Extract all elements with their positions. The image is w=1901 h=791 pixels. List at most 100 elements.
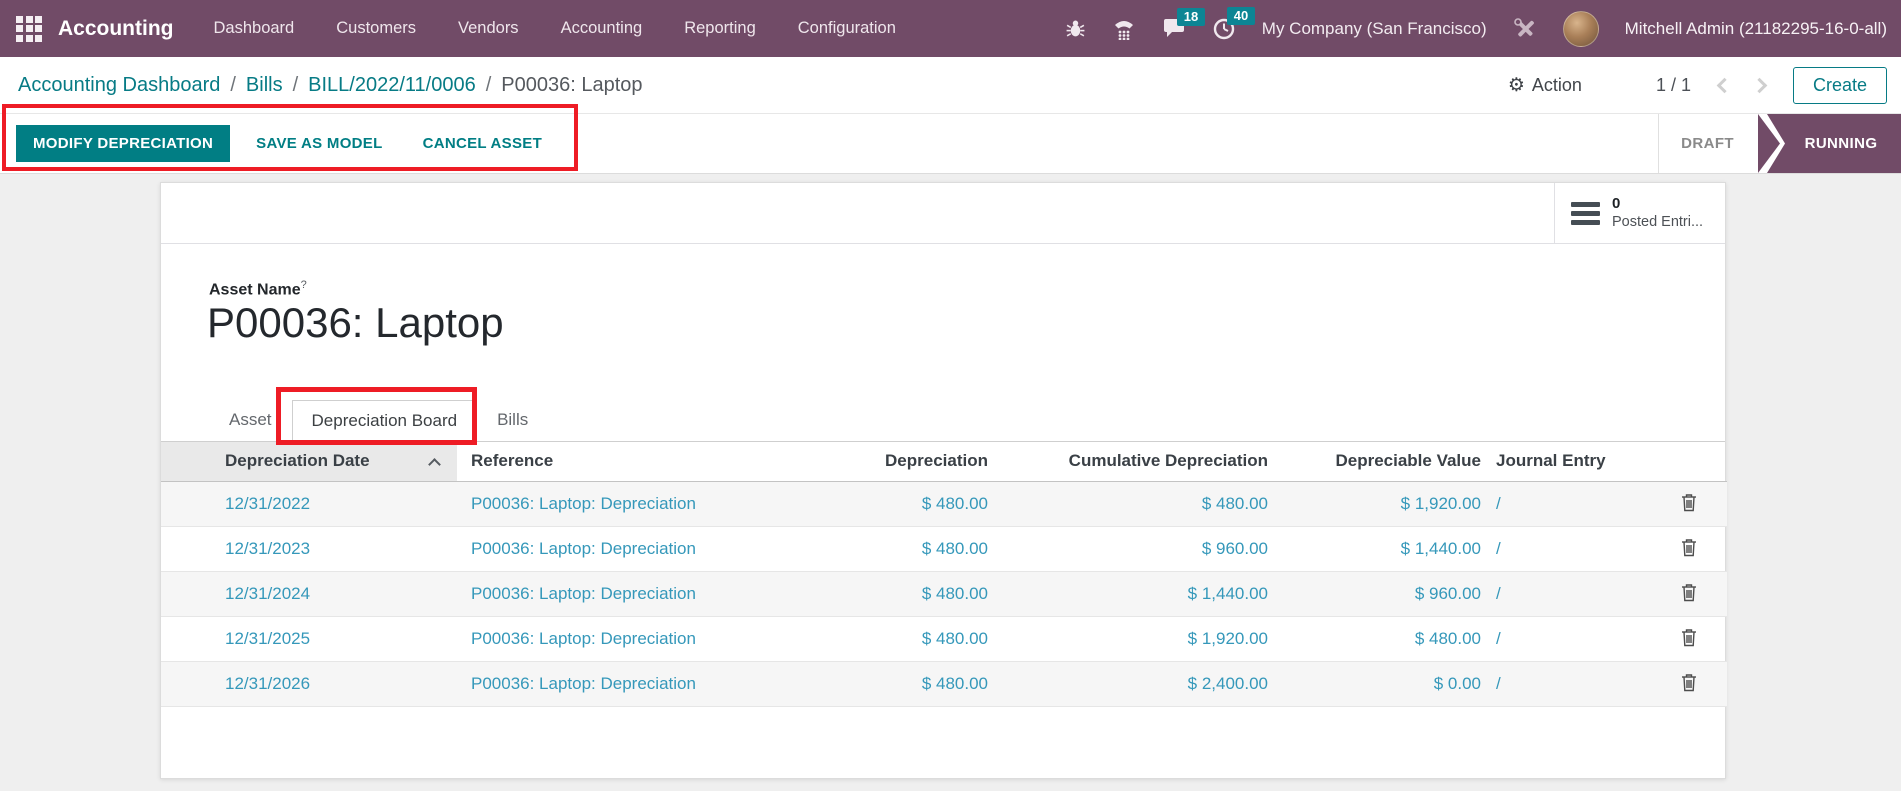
column-depreciable-value[interactable]: Depreciable Value bbox=[1271, 442, 1484, 482]
delete-row-icon[interactable] bbox=[1677, 581, 1701, 607]
activities-clock-icon[interactable]: 40 bbox=[1212, 6, 1256, 41]
asset-title: P00036: Laptop bbox=[207, 299, 504, 346]
form-action-bar: MODIFY DEPRECIATION SAVE AS MODEL CANCEL… bbox=[0, 113, 1901, 174]
posted-entries-smart-button[interactable]: 0 Posted Entri... bbox=[1554, 183, 1725, 243]
cancel-asset-button[interactable]: CANCEL ASSET bbox=[409, 125, 556, 162]
menu-customers[interactable]: Customers bbox=[336, 19, 416, 38]
create-button[interactable]: Create bbox=[1792, 66, 1887, 104]
table-header-row: Depreciation Date Reference Depreciation… bbox=[161, 442, 1727, 482]
cell-date[interactable]: 12/31/2026 bbox=[161, 661, 457, 706]
table-row[interactable]: 12/31/2024 P00036: Laptop: Depreciation … bbox=[161, 571, 1727, 616]
cell-cumulative[interactable]: $ 1,920.00 bbox=[991, 616, 1271, 661]
cell-date[interactable]: 12/31/2022 bbox=[161, 481, 457, 526]
cell-date[interactable]: 12/31/2023 bbox=[161, 526, 457, 571]
menu-accounting[interactable]: Accounting bbox=[561, 19, 643, 38]
cell-cumulative[interactable]: $ 480.00 bbox=[991, 481, 1271, 526]
delete-row-icon[interactable] bbox=[1677, 491, 1701, 517]
breadcrumb-accounting-dashboard[interactable]: Accounting Dashboard bbox=[18, 74, 220, 97]
cell-reference[interactable]: P00036: Laptop: Depreciation bbox=[457, 616, 727, 661]
menu-configuration[interactable]: Configuration bbox=[798, 19, 896, 38]
cell-reference[interactable]: P00036: Laptop: Depreciation bbox=[457, 481, 727, 526]
cell-depreciation[interactable]: $ 480.00 bbox=[727, 661, 991, 706]
posted-entries-count: 0 bbox=[1612, 194, 1621, 212]
cell-cumulative[interactable]: $ 1,440.00 bbox=[991, 571, 1271, 616]
menu-vendors[interactable]: Vendors bbox=[458, 19, 519, 38]
cell-depreciable[interactable]: $ 0.00 bbox=[1271, 661, 1484, 706]
column-journal-entry[interactable]: Journal Entry bbox=[1484, 442, 1651, 482]
messages-count-badge: 18 bbox=[1176, 7, 1206, 26]
company-switcher[interactable]: My Company (San Francisco) bbox=[1262, 19, 1487, 39]
delete-row-icon[interactable] bbox=[1677, 626, 1701, 652]
delete-row-icon[interactable] bbox=[1677, 671, 1701, 697]
notebook-tabs: Asset Depreciation Board Bills bbox=[161, 399, 1725, 442]
table-row[interactable]: 12/31/2025 P00036: Laptop: Depreciation … bbox=[161, 616, 1727, 661]
cell-depreciation[interactable]: $ 480.00 bbox=[727, 526, 991, 571]
table-row[interactable]: 12/31/2026 P00036: Laptop: Depreciation … bbox=[161, 661, 1727, 706]
sort-ascending-icon bbox=[428, 458, 441, 472]
tab-bills[interactable]: Bills bbox=[477, 399, 548, 441]
cell-reference[interactable]: P00036: Laptop: Depreciation bbox=[457, 526, 727, 571]
pager-counter: 1 / 1 bbox=[1655, 74, 1691, 95]
odoo-accounting-screen: Accounting Dashboard Customers Vendors A… bbox=[0, 0, 1901, 791]
cell-depreciable[interactable]: $ 480.00 bbox=[1271, 616, 1484, 661]
menu-dashboard[interactable]: Dashboard bbox=[214, 19, 295, 38]
gear-icon: ⚙ bbox=[1507, 74, 1525, 96]
pager-previous-icon[interactable] bbox=[1716, 77, 1733, 93]
cell-cumulative[interactable]: $ 960.00 bbox=[991, 526, 1271, 571]
journal-entries-icon bbox=[1571, 201, 1600, 225]
user-menu[interactable]: Mitchell Admin (21182295-16-0-all) bbox=[1625, 19, 1887, 39]
status-running-active[interactable]: RUNNING bbox=[1767, 114, 1901, 173]
apps-grid-icon[interactable] bbox=[16, 15, 42, 42]
asset-form-sheet: 0 Posted Entri... Asset Name? P00036: La… bbox=[160, 182, 1727, 779]
column-reference[interactable]: Reference bbox=[457, 442, 727, 482]
save-as-model-button[interactable]: SAVE AS MODEL bbox=[242, 125, 396, 162]
delete-row-icon[interactable] bbox=[1677, 536, 1701, 562]
cell-depreciation[interactable]: $ 480.00 bbox=[727, 481, 991, 526]
column-depreciation[interactable]: Depreciation bbox=[727, 442, 991, 482]
pager-next-icon[interactable] bbox=[1751, 77, 1768, 93]
cell-cumulative[interactable]: $ 2,400.00 bbox=[991, 661, 1271, 706]
breadcrumb-separator: / bbox=[230, 73, 236, 96]
column-actions bbox=[1651, 442, 1727, 482]
cell-depreciable[interactable]: $ 1,920.00 bbox=[1271, 481, 1484, 526]
column-cumulative-depreciation[interactable]: Cumulative Depreciation bbox=[991, 442, 1271, 482]
posted-entries-label: Posted Entri... bbox=[1612, 214, 1704, 231]
debug-bug-icon[interactable] bbox=[1065, 18, 1086, 39]
breadcrumb-bill-number[interactable]: BILL/2022/11/0006 bbox=[308, 74, 476, 97]
depreciation-table: Depreciation Date Reference Depreciation… bbox=[161, 442, 1727, 707]
breadcrumb-current: P00036: Laptop bbox=[501, 73, 643, 96]
top-navbar: Accounting Dashboard Customers Vendors A… bbox=[0, 0, 1901, 57]
cell-reference[interactable]: P00036: Laptop: Depreciation bbox=[457, 661, 727, 706]
tab-asset[interactable]: Asset bbox=[209, 399, 292, 441]
column-depreciation-date[interactable]: Depreciation Date bbox=[161, 442, 457, 482]
cell-depreciable[interactable]: $ 1,440.00 bbox=[1271, 526, 1484, 571]
control-panel: Accounting Dashboard / Bills / BILL/2022… bbox=[0, 57, 1901, 113]
tools-icon[interactable] bbox=[1513, 17, 1537, 41]
cell-depreciation[interactable]: $ 480.00 bbox=[727, 571, 991, 616]
cell-date[interactable]: 12/31/2024 bbox=[161, 571, 457, 616]
cell-date[interactable]: 12/31/2025 bbox=[161, 616, 457, 661]
action-menu-button[interactable]: ⚙ Action bbox=[1508, 74, 1582, 97]
table-row[interactable]: 12/31/2023 P00036: Laptop: Depreciation … bbox=[161, 526, 1727, 571]
user-avatar[interactable] bbox=[1562, 10, 1599, 47]
activities-count-badge: 40 bbox=[1226, 6, 1256, 25]
cell-depreciable[interactable]: $ 960.00 bbox=[1271, 571, 1484, 616]
tab-depreciation-board[interactable]: Depreciation Board bbox=[291, 400, 478, 442]
cell-reference[interactable]: P00036: Laptop: Depreciation bbox=[457, 571, 727, 616]
app-name[interactable]: Accounting bbox=[58, 17, 174, 41]
cell-depreciation[interactable]: $ 480.00 bbox=[727, 616, 991, 661]
messages-icon[interactable]: 18 bbox=[1162, 7, 1206, 40]
main-menu: Dashboard Customers Vendors Accounting R… bbox=[214, 19, 896, 38]
table-row[interactable]: 12/31/2022 P00036: Laptop: Depreciation … bbox=[161, 481, 1727, 526]
breadcrumb-bills[interactable]: Bills bbox=[246, 74, 283, 97]
modify-depreciation-button[interactable]: MODIFY DEPRECIATION bbox=[16, 125, 231, 162]
breadcrumb: Accounting Dashboard / Bills / BILL/2022… bbox=[18, 74, 643, 97]
cell-journal-entry[interactable]: / bbox=[1484, 661, 1651, 706]
cell-journal-entry[interactable]: / bbox=[1484, 616, 1651, 661]
cell-journal-entry[interactable]: / bbox=[1484, 526, 1651, 571]
cell-journal-entry[interactable]: / bbox=[1484, 571, 1651, 616]
voip-phone-icon[interactable] bbox=[1112, 18, 1136, 40]
status-draft[interactable]: DRAFT bbox=[1659, 114, 1758, 173]
cell-journal-entry[interactable]: / bbox=[1484, 481, 1651, 526]
menu-reporting[interactable]: Reporting bbox=[684, 19, 756, 38]
